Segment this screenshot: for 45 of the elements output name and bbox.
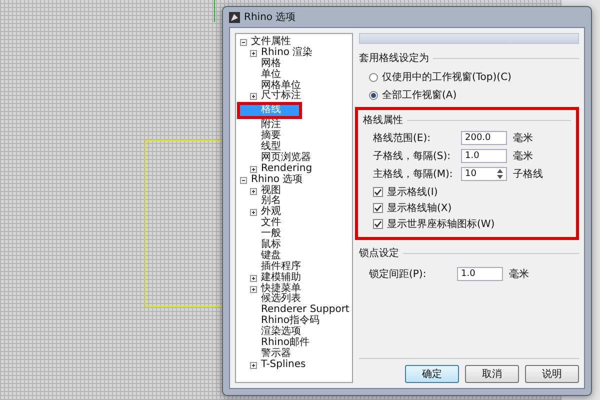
tree-item[interactable]: 警示器 xyxy=(260,348,292,360)
tree-item[interactable]: 尺寸标注 xyxy=(260,91,302,102)
unit-label: 毫米 xyxy=(509,268,529,281)
unit-label: 毫米 xyxy=(513,132,533,145)
tree-item[interactable]: 网页浏览器 xyxy=(260,152,312,164)
tree-item[interactable]: T-Splines xyxy=(260,360,307,371)
tree-item[interactable]: 网格 xyxy=(260,58,282,70)
checkbox-label[interactable]: 显示世界座标轴图标(W) xyxy=(387,217,495,231)
tree-item[interactable]: Rhino 选项 xyxy=(250,174,304,186)
group-title: 格线属性 xyxy=(363,114,403,127)
checkbox-label[interactable]: 显示格线轴(X) xyxy=(387,201,452,215)
radio-label[interactable]: 仅使用中的工作视窗(Top)(C) xyxy=(382,70,512,84)
tree-item[interactable]: 候选列表 xyxy=(260,294,302,306)
window-title: Rhino 选项 xyxy=(244,10,296,24)
input-field[interactable]: 200.0 xyxy=(461,131,507,145)
input-field[interactable]: 1.0 xyxy=(461,149,507,163)
field-label: 主格线，每隔(M): xyxy=(373,168,454,181)
dialog-button[interactable]: 确定 xyxy=(405,365,459,383)
tree-item[interactable]: 建模辅助 xyxy=(260,272,302,284)
tree-item[interactable]: 线型 xyxy=(260,142,282,153)
tree-item[interactable]: Rhino邮件 xyxy=(260,338,311,349)
tree-item[interactable]: 插件程序 xyxy=(260,262,302,273)
field-label: 子格线，每隔(S): xyxy=(373,150,452,163)
tree-item[interactable]: 单位 xyxy=(260,70,282,81)
radio-label[interactable]: 全部工作视窗(A) xyxy=(382,88,457,102)
tree-item[interactable]: Rendering xyxy=(260,164,314,175)
tree-item[interactable]: 视图 xyxy=(260,186,282,196)
field-label: 锁定间距(P): xyxy=(369,268,428,281)
tree-item[interactable]: 键盘 xyxy=(260,250,282,262)
dialog-button[interactable]: 说明 xyxy=(525,365,579,383)
group-title: 锁点设定 xyxy=(359,246,399,260)
group-title: 套用格线设定为 xyxy=(359,52,429,65)
input-field[interactable]: 1.0 xyxy=(457,267,503,281)
tree-item[interactable]: 鼠标 xyxy=(260,240,282,251)
tree-item[interactable]: 别名 xyxy=(260,196,282,208)
tree-item[interactable]: 文件 xyxy=(260,218,282,230)
field-label: 格线范围(E): xyxy=(373,132,432,145)
tree-item[interactable]: 文件属性 xyxy=(250,37,292,48)
dialog-button[interactable]: 取消 xyxy=(465,365,519,383)
tree-item[interactable]: 外观 xyxy=(260,207,282,218)
checkbox-label[interactable]: 显示格线(I) xyxy=(387,185,438,199)
spinner-field[interactable]: 10 xyxy=(461,167,507,181)
unit-label: 毫米 xyxy=(513,150,533,163)
unit-label: 子格线 xyxy=(513,168,543,181)
tree-item[interactable]: Rhino 渲染 xyxy=(260,48,314,59)
